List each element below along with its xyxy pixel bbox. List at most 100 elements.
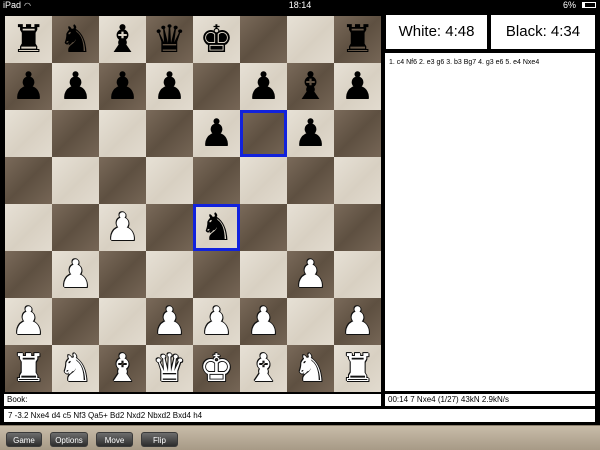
white-king-icon[interactable]: ♚ bbox=[193, 345, 240, 392]
white-pawn-icon[interactable]: ♟ bbox=[240, 298, 287, 345]
square-f3[interactable] bbox=[240, 251, 287, 298]
square-d4[interactable] bbox=[146, 204, 193, 251]
square-d6[interactable] bbox=[146, 110, 193, 157]
square-h4[interactable] bbox=[334, 204, 381, 251]
white-pawn-icon[interactable]: ♟ bbox=[146, 298, 193, 345]
square-a7[interactable]: ♟ bbox=[5, 63, 52, 110]
square-g6[interactable]: ♟ bbox=[287, 110, 334, 157]
square-h8[interactable]: ♜ bbox=[334, 16, 381, 63]
white-queen-icon[interactable]: ♛ bbox=[146, 345, 193, 392]
square-c1[interactable]: ♝ bbox=[99, 345, 146, 392]
black-bishop-icon[interactable]: ♝ bbox=[99, 16, 146, 63]
square-d5[interactable] bbox=[146, 157, 193, 204]
square-f7[interactable]: ♟ bbox=[240, 63, 287, 110]
black-pawn-icon[interactable]: ♟ bbox=[240, 63, 287, 110]
square-e8[interactable]: ♚ bbox=[193, 16, 240, 63]
square-h5[interactable] bbox=[334, 157, 381, 204]
square-f8[interactable] bbox=[240, 16, 287, 63]
square-e1[interactable]: ♚ bbox=[193, 345, 240, 392]
black-knight-icon[interactable]: ♞ bbox=[52, 16, 99, 63]
square-f5[interactable] bbox=[240, 157, 287, 204]
black-king-icon[interactable]: ♚ bbox=[193, 16, 240, 63]
black-pawn-icon[interactable]: ♟ bbox=[334, 63, 381, 110]
square-g4[interactable] bbox=[287, 204, 334, 251]
chess-board[interactable]: ♜ ♞ ♝ ♛ ♚ ♜ ♟ ♟ ♟ ♟ ♟ ♝ ♟ ♟ ♟ ♟ ♞ ♟ ♟ ♟ ♟ ♟ ♟ ♟ ♜ ♞ ♝ ♛ ♚ ♝ ♞ ♜ bbox=[5, 16, 381, 392]
white-pawn-icon[interactable]: ♟ bbox=[52, 251, 99, 298]
black-bishop-icon[interactable]: ♝ bbox=[287, 63, 334, 110]
white-knight-icon[interactable]: ♞ bbox=[52, 345, 99, 392]
black-pawn-icon[interactable]: ♟ bbox=[99, 63, 146, 110]
square-c8[interactable]: ♝ bbox=[99, 16, 146, 63]
square-c6[interactable] bbox=[99, 110, 146, 157]
square-b4[interactable] bbox=[52, 204, 99, 251]
square-f1[interactable]: ♝ bbox=[240, 345, 287, 392]
white-pawn-icon[interactable]: ♟ bbox=[5, 298, 52, 345]
white-pawn-icon[interactable]: ♟ bbox=[287, 251, 334, 298]
white-pawn-icon[interactable]: ♟ bbox=[334, 298, 381, 345]
white-bishop-icon[interactable]: ♝ bbox=[99, 345, 146, 392]
square-f6[interactable] bbox=[240, 110, 287, 157]
square-c4[interactable]: ♟ bbox=[99, 204, 146, 251]
black-rook-icon[interactable]: ♜ bbox=[5, 16, 52, 63]
options-button[interactable]: Options bbox=[50, 432, 88, 447]
square-d1[interactable]: ♛ bbox=[146, 345, 193, 392]
move-button[interactable]: Move bbox=[96, 432, 133, 447]
square-g8[interactable] bbox=[287, 16, 334, 63]
square-a2[interactable]: ♟ bbox=[5, 298, 52, 345]
square-f2[interactable]: ♟ bbox=[240, 298, 287, 345]
square-f4[interactable] bbox=[240, 204, 287, 251]
black-knight-icon[interactable]: ♞ bbox=[193, 204, 240, 251]
move-list[interactable]: 1. c4 Nf6 2. e3 g6 3. b3 Bg7 4. g3 e6 5.… bbox=[385, 53, 595, 391]
square-a8[interactable]: ♜ bbox=[5, 16, 52, 63]
square-b2[interactable] bbox=[52, 298, 99, 345]
game-button[interactable]: Game bbox=[6, 432, 42, 447]
square-a1[interactable]: ♜ bbox=[5, 345, 52, 392]
square-d7[interactable]: ♟ bbox=[146, 63, 193, 110]
square-b3[interactable]: ♟ bbox=[52, 251, 99, 298]
black-pawn-icon[interactable]: ♟ bbox=[5, 63, 52, 110]
square-g7[interactable]: ♝ bbox=[287, 63, 334, 110]
square-g5[interactable] bbox=[287, 157, 334, 204]
square-c5[interactable] bbox=[99, 157, 146, 204]
square-g2[interactable] bbox=[287, 298, 334, 345]
white-pawn-icon[interactable]: ♟ bbox=[99, 204, 146, 251]
square-b8[interactable]: ♞ bbox=[52, 16, 99, 63]
square-c3[interactable] bbox=[99, 251, 146, 298]
white-pawn-icon[interactable]: ♟ bbox=[193, 298, 240, 345]
square-e4[interactable]: ♞ bbox=[193, 204, 240, 251]
black-pawn-icon[interactable]: ♟ bbox=[146, 63, 193, 110]
square-g1[interactable]: ♞ bbox=[287, 345, 334, 392]
square-b5[interactable] bbox=[52, 157, 99, 204]
square-b1[interactable]: ♞ bbox=[52, 345, 99, 392]
black-queen-icon[interactable]: ♛ bbox=[146, 16, 193, 63]
square-h3[interactable] bbox=[334, 251, 381, 298]
square-e5[interactable] bbox=[193, 157, 240, 204]
square-e6[interactable]: ♟ bbox=[193, 110, 240, 157]
square-g3[interactable]: ♟ bbox=[287, 251, 334, 298]
white-knight-icon[interactable]: ♞ bbox=[287, 345, 334, 392]
square-a5[interactable] bbox=[5, 157, 52, 204]
square-d2[interactable]: ♟ bbox=[146, 298, 193, 345]
white-rook-icon[interactable]: ♜ bbox=[5, 345, 52, 392]
flip-button[interactable]: Flip bbox=[141, 432, 178, 447]
square-a3[interactable] bbox=[5, 251, 52, 298]
black-rook-icon[interactable]: ♜ bbox=[334, 16, 381, 63]
square-d3[interactable] bbox=[146, 251, 193, 298]
square-h2[interactable]: ♟ bbox=[334, 298, 381, 345]
black-pawn-icon[interactable]: ♟ bbox=[287, 110, 334, 157]
square-c2[interactable] bbox=[99, 298, 146, 345]
black-pawn-icon[interactable]: ♟ bbox=[193, 110, 240, 157]
square-a4[interactable] bbox=[5, 204, 52, 251]
white-bishop-icon[interactable]: ♝ bbox=[240, 345, 287, 392]
square-b6[interactable] bbox=[52, 110, 99, 157]
square-e2[interactable]: ♟ bbox=[193, 298, 240, 345]
square-h1[interactable]: ♜ bbox=[334, 345, 381, 392]
square-e3[interactable] bbox=[193, 251, 240, 298]
black-pawn-icon[interactable]: ♟ bbox=[52, 63, 99, 110]
square-h6[interactable] bbox=[334, 110, 381, 157]
white-rook-icon[interactable]: ♜ bbox=[334, 345, 381, 392]
square-a6[interactable] bbox=[5, 110, 52, 157]
square-h7[interactable]: ♟ bbox=[334, 63, 381, 110]
square-e7[interactable] bbox=[193, 63, 240, 110]
square-b7[interactable]: ♟ bbox=[52, 63, 99, 110]
